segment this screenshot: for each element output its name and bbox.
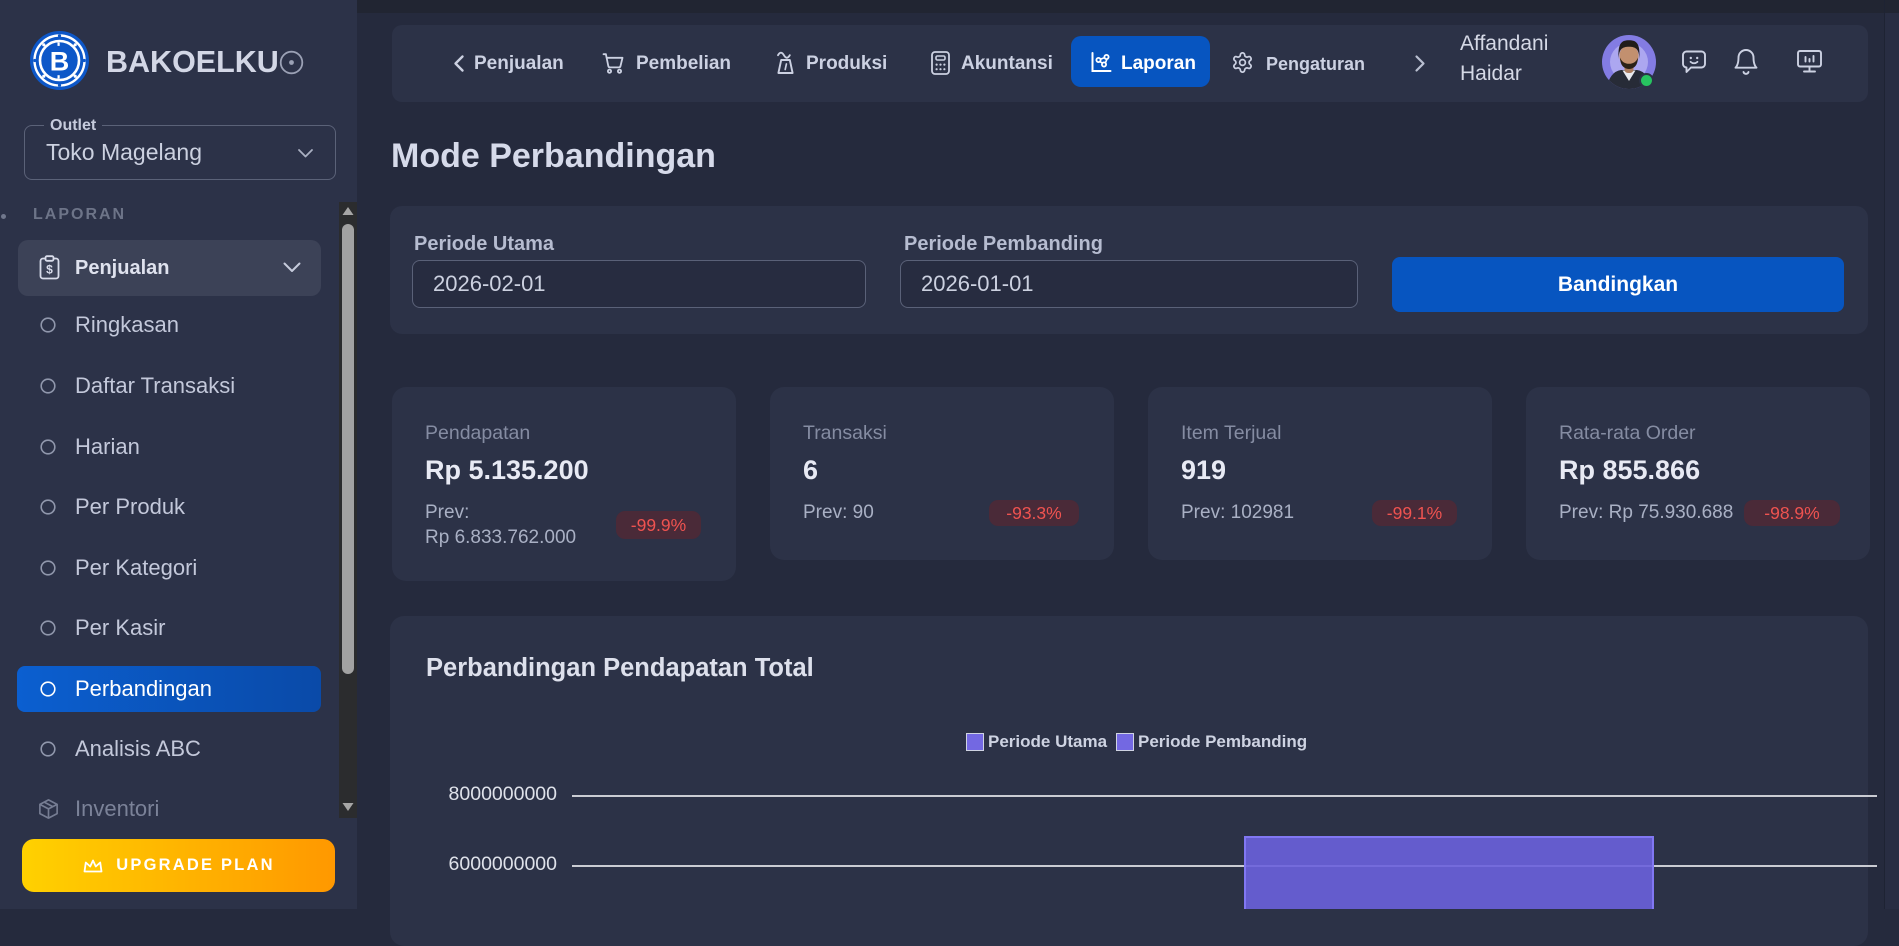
svg-text:B: B	[50, 47, 70, 77]
svg-text:$: $	[46, 263, 53, 277]
